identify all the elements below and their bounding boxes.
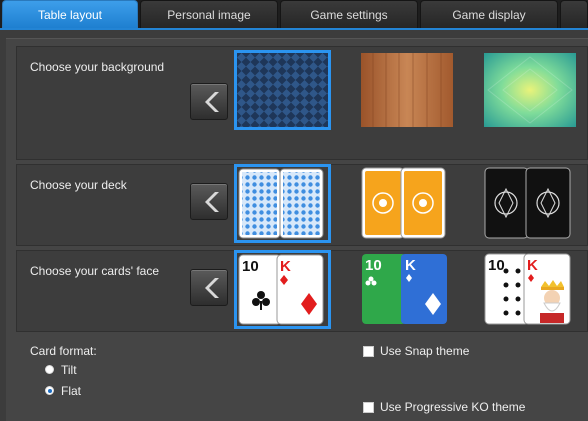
- card-face-previous-button[interactable]: [190, 269, 228, 306]
- tab-table-layout[interactable]: Table layout: [2, 0, 138, 28]
- ten-of-clubs-rank: 10: [242, 258, 259, 275]
- blue-diamond-pattern: [237, 53, 328, 127]
- background-option-wood[interactable]: [361, 53, 453, 127]
- illustrated-king-rank: K: [527, 257, 538, 274]
- tab-bar: Table layout Personal image Game setting…: [0, 0, 588, 30]
- chevron-left-icon: [205, 278, 219, 298]
- illustrated-ten-rank: 10: [488, 257, 505, 274]
- card-face-option-illustrated[interactable]: 10 K: [484, 253, 576, 327]
- snap-theme-label[interactable]: Use Snap theme: [380, 344, 469, 358]
- king-of-diamonds-rank: K: [280, 258, 291, 275]
- card-format-label: Card format:: [30, 344, 97, 358]
- snap-theme-checkbox[interactable]: [363, 346, 374, 357]
- blue-king-rank: K: [405, 257, 416, 274]
- deck-row: Choose your deck: [16, 164, 588, 246]
- tab-personal-image[interactable]: Personal image: [140, 0, 278, 28]
- green-ten-rank: 10: [365, 257, 382, 274]
- deck-option-blue-dots[interactable]: [234, 164, 331, 243]
- black-ornate-deck: [484, 167, 571, 239]
- deck-row-label: Choose your deck: [30, 178, 127, 192]
- background-row-label: Choose your background: [30, 60, 165, 74]
- classic-card-face: 10 K: [238, 254, 324, 325]
- wood-pattern: [361, 53, 453, 127]
- deck-option-orange[interactable]: [361, 167, 453, 241]
- flat-radio[interactable]: [45, 386, 54, 395]
- flat-label[interactable]: Flat: [61, 384, 81, 398]
- card-face-option-classic[interactable]: 10 K: [234, 250, 331, 329]
- card-face-option-colour[interactable]: 10 K: [361, 253, 453, 327]
- chevron-left-icon: [205, 192, 219, 212]
- tilt-radio[interactable]: [45, 365, 54, 374]
- background-option-blue-diamond[interactable]: [234, 50, 331, 130]
- tilt-label[interactable]: Tilt: [61, 363, 77, 377]
- tab-game-display[interactable]: Game display: [420, 0, 558, 28]
- card-face-row: Choose your cards' face 10 K 10 K 10 K: [16, 250, 588, 332]
- card-face-row-label: Choose your cards' face: [30, 264, 160, 278]
- tab-game-settings[interactable]: Game settings: [280, 0, 418, 28]
- table-layout-panel: Choose your background Choose your deck …: [6, 38, 588, 421]
- deck-option-black-ornate[interactable]: [484, 167, 576, 241]
- tab-strip-underline: [0, 28, 588, 30]
- progressive-ko-theme-label[interactable]: Use Progressive KO theme: [380, 400, 525, 414]
- background-row: Choose your background: [16, 46, 588, 160]
- orange-deck: [361, 167, 446, 239]
- chevron-left-icon: [205, 92, 219, 112]
- turquoise-pattern: [484, 53, 576, 127]
- background-option-turquoise[interactable]: [484, 53, 576, 127]
- background-previous-button[interactable]: [190, 83, 228, 120]
- deck-previous-button[interactable]: [190, 183, 228, 220]
- colour-card-face: 10 K: [362, 254, 447, 324]
- tab-overflow[interactable]: [560, 0, 588, 28]
- blue-dots-deck: [238, 168, 324, 239]
- progressive-ko-theme-checkbox[interactable]: [363, 402, 374, 413]
- illustrated-card-face: 10 K: [484, 253, 571, 325]
